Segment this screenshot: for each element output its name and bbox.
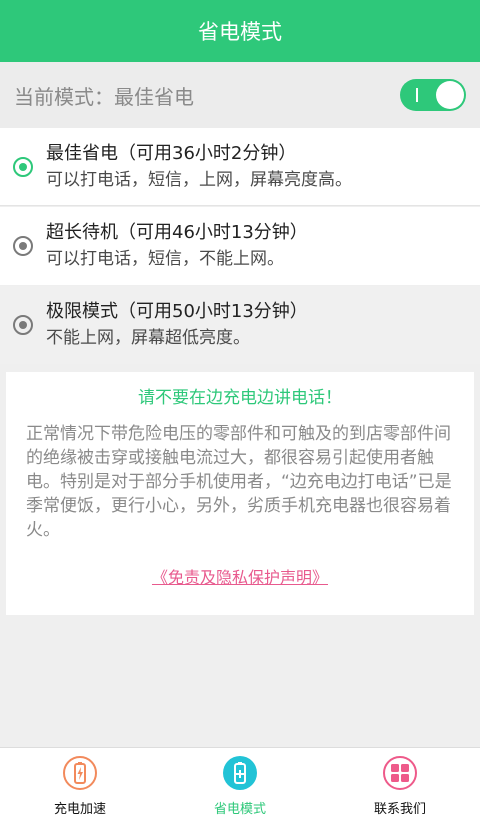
- mode-option-extreme[interactable]: 极限模式（可用50小时13分钟） 不能上网，屏幕超低亮度。: [0, 286, 480, 364]
- page-title: 省电模式: [198, 20, 282, 44]
- mode-option-best-saving[interactable]: 最佳省电（可用36小时2分钟） 可以打电话，短信，上网，屏幕亮度高。: [0, 128, 480, 206]
- warning-title: 请不要在边充电边讲电话！: [138, 388, 342, 408]
- bottom-tab-bar: 充电加速 省电模式 联系我们: [0, 747, 480, 820]
- charging-warning-card: 请不要在边充电边讲电话！ 正常情况下带危险电压的零部件和可触及的到店零部件间的绝…: [6, 372, 474, 615]
- option-title: 最佳省电（可用36小时2分钟）: [46, 142, 297, 164]
- radio-unchecked-icon[interactable]: [13, 236, 33, 256]
- radio-checked-icon[interactable]: [13, 157, 33, 177]
- tab-contact-us[interactable]: 联系我们: [320, 748, 480, 820]
- tab-power-saving[interactable]: 省电模式: [160, 748, 320, 820]
- battery-plus-icon: [223, 756, 257, 790]
- tab-label: 充电加速: [53, 802, 106, 817]
- option-title: 超长待机（可用46小时13分钟）: [46, 222, 308, 243]
- grid-icon: [383, 756, 417, 790]
- option-description: 可以打电话，短信，上网，屏幕亮度高。: [46, 169, 352, 190]
- toggle-on-mark: [416, 88, 418, 102]
- tab-label: 省电模式: [213, 802, 266, 817]
- current-mode-bar: 当前模式：最佳省电: [0, 62, 480, 128]
- battery-bolt-icon: [63, 756, 97, 790]
- option-title: 极限模式（可用50小时13分钟）: [46, 301, 308, 322]
- option-description: 不能上网，屏幕超低亮度。: [46, 328, 250, 348]
- warning-text: 正常情况下带危险电压的零部件和可触及的到店零部件间的绝缘被击穿或接触电流过大，都…: [26, 424, 452, 540]
- mode-option-long-standby[interactable]: 超长待机（可用46小时13分钟） 可以打电话，短信，不能上网。: [0, 207, 480, 285]
- option-description: 可以打电话，短信，不能上网。: [46, 249, 284, 269]
- app-header: 省电模式: [0, 0, 480, 62]
- power-save-toggle[interactable]: [400, 79, 466, 111]
- tab-charge-boost[interactable]: 充电加速: [0, 748, 160, 820]
- disclaimer-link[interactable]: 《免责及隐私保护声明》: [152, 568, 328, 587]
- radio-unchecked-icon[interactable]: [13, 315, 33, 335]
- toggle-knob: [436, 81, 464, 109]
- disclaimer-row: 《免责及隐私保护声明》: [26, 564, 454, 588]
- tab-label: 联系我们: [373, 802, 426, 817]
- current-mode-label: 当前模式：最佳省电: [14, 84, 194, 109]
